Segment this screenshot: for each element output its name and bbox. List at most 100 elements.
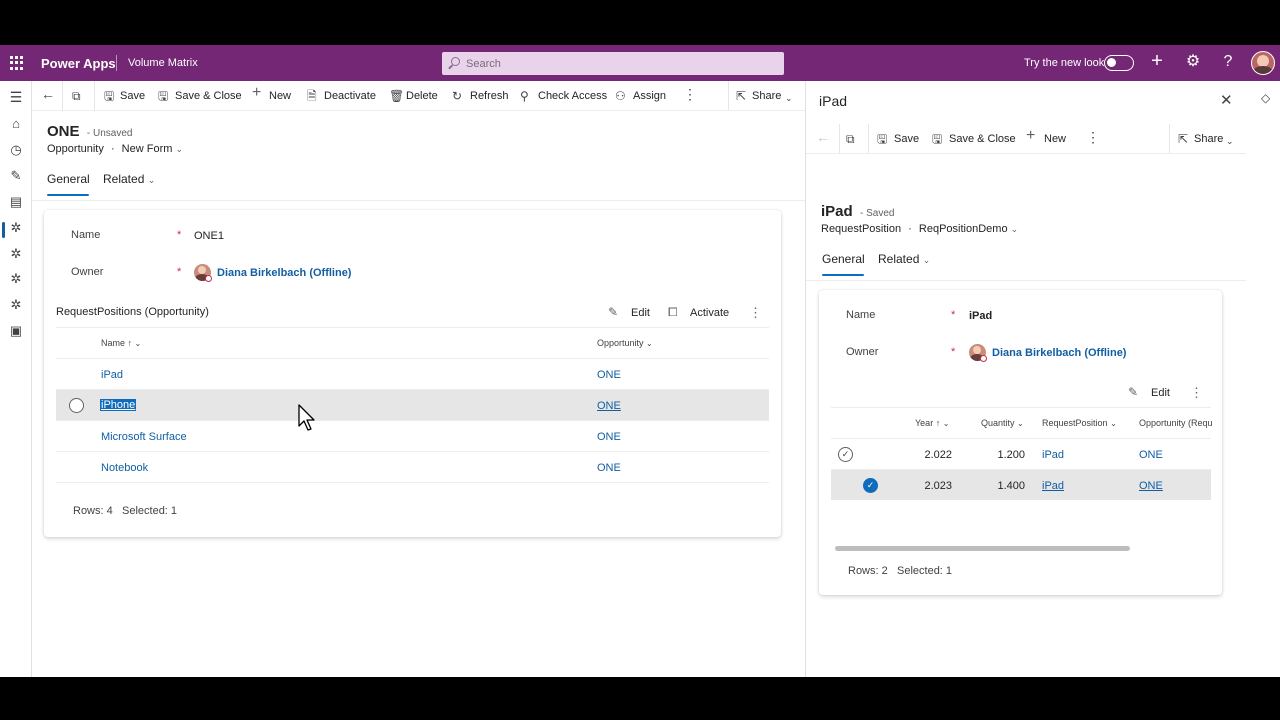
row-opportunity-link[interactable]: ONE	[597, 400, 621, 412]
home-icon[interactable]: ⌂	[8, 116, 24, 132]
more-icon[interactable]: ⋮	[749, 305, 762, 321]
required-indicator: *	[177, 229, 182, 241]
sort-up-icon: ↑	[127, 338, 133, 348]
help-icon[interactable]: ?	[1219, 53, 1237, 71]
subgrid-title: RequestPositions (Opportunity)	[56, 306, 209, 318]
popout-icon[interactable]: ⧉	[846, 132, 855, 146]
table-row[interactable]: iPad ONE	[56, 359, 769, 389]
app-name[interactable]: Power Apps	[41, 56, 116, 71]
record-header: ONE - Unsaved	[47, 123, 132, 140]
row-name-link[interactable]: Microsoft Surface	[101, 431, 187, 443]
table-row[interactable]: ✓ 2.022 1.200 iPad ONE	[831, 439, 1211, 469]
pane-tab-general[interactable]: General	[822, 252, 865, 266]
tab-general[interactable]: General	[47, 172, 90, 186]
recent-icon[interactable]: ◷	[8, 142, 24, 158]
global-search-input[interactable]: Search	[442, 52, 784, 75]
share-label: Share	[752, 90, 782, 102]
row-select-radio[interactable]	[69, 398, 84, 413]
more-icon[interactable]: ⋮	[1086, 130, 1100, 144]
column-name-label: Name	[101, 338, 126, 348]
save-label: Save	[120, 90, 146, 102]
column-requestposition-label: RequestPosition	[1042, 418, 1108, 428]
pinned-icon[interactable]: ✎	[8, 168, 24, 184]
name-field[interactable]: ONE1	[194, 230, 224, 242]
column-header-requestposition[interactable]: RequestPosition ⌄	[1042, 418, 1117, 428]
plus-icon[interactable]: +	[1148, 51, 1166, 71]
puzzle-icon[interactable]: ✲	[8, 297, 24, 313]
row-opportunity-link[interactable]: ONE	[1139, 449, 1163, 461]
popout-icon[interactable]: ⧉	[72, 89, 81, 103]
column-year-label: Year	[915, 418, 934, 428]
pane-owner-lookup-link[interactable]: Diana Birkelbach (Offline)	[992, 347, 1126, 359]
tab-related[interactable]: Related ⌄	[103, 172, 155, 186]
pane-general-section-card: Name * iPad Owner * Diana Birkelbach (Of…	[819, 290, 1222, 595]
back-icon[interactable]: ←	[41, 87, 55, 101]
edit-icon: ✎	[1128, 385, 1139, 399]
form-selector[interactable]: New Form ⌄	[122, 143, 183, 155]
assign-icon: ⚇	[615, 89, 626, 103]
pane-collapse-icon[interactable]: ◇	[1261, 91, 1270, 105]
table-row[interactable]: Notebook ONE	[56, 452, 769, 482]
pane-form-selector[interactable]: ReqPositionDemo ⌄	[919, 223, 1018, 235]
close-icon[interactable]: ✕	[1220, 91, 1233, 109]
selected-count: Selected: 1	[122, 505, 178, 517]
command-separator	[94, 81, 95, 111]
checkmark-icon[interactable]: ✓	[863, 478, 878, 493]
edit-label: Edit	[1151, 387, 1170, 399]
new-look-toggle[interactable]	[1104, 55, 1134, 71]
horizontal-scrollbar[interactable]	[835, 546, 1130, 551]
more-icon[interactable]: ⋮	[683, 87, 697, 101]
chevron-down-icon: ⌄	[1226, 136, 1234, 146]
table-row-selected[interactable]: iPhone ONE	[56, 390, 769, 420]
check-access-label: Check Access	[538, 90, 608, 102]
column-header-quantity[interactable]: Quantity ⌄	[981, 418, 1024, 428]
row-requestposition-link[interactable]: iPad	[1042, 480, 1064, 492]
column-header-opportunity[interactable]: Opportunity (Requ	[1139, 418, 1213, 428]
back-icon[interactable]: ←	[816, 130, 830, 144]
save-close-icon: 🖫	[932, 132, 943, 146]
name-label: Name	[71, 229, 101, 241]
row-opportunity-link[interactable]: ONE	[597, 431, 621, 443]
hamburger-icon[interactable]: ☰	[8, 89, 24, 105]
pane-name-field[interactable]: iPad	[969, 310, 992, 322]
puzzle-icon[interactable]: ✲	[8, 220, 24, 236]
row-year: 2.022	[924, 449, 952, 461]
column-header-opportunity[interactable]: Opportunity ⌄	[597, 338, 653, 348]
row-name-link[interactable]: iPhone	[100, 399, 137, 411]
waffle-icon[interactable]	[10, 56, 24, 70]
owner-label: Owner	[846, 346, 879, 358]
row-requestposition-link[interactable]: iPad	[1042, 449, 1064, 461]
pane-tab-related[interactable]: Related ⌄	[878, 252, 930, 266]
row-year: 2.023	[924, 480, 952, 492]
row-opportunity-link[interactable]: ONE	[597, 369, 621, 381]
table-row[interactable]: Microsoft Surface ONE	[56, 421, 769, 451]
table-row-selected[interactable]: ✓ 2.023 1.400 iPad ONE	[831, 470, 1211, 500]
command-separator	[1169, 124, 1170, 154]
puzzle-icon[interactable]: ✲	[8, 271, 24, 287]
command-separator	[62, 81, 63, 111]
row-name-link[interactable]: Notebook	[101, 462, 148, 474]
checkmark-icon[interactable]: ✓	[838, 447, 853, 462]
mouse-cursor-icon	[298, 404, 315, 431]
column-header-name[interactable]: Name ↑ ⌄	[101, 338, 141, 348]
owner-label: Owner	[71, 266, 104, 278]
pane-entity-name: RequestPosition	[821, 223, 902, 235]
user-avatar[interactable]	[1251, 51, 1275, 75]
environment-name[interactable]: Volume Matrix	[128, 57, 198, 69]
column-header-year[interactable]: Year ↑ ⌄	[915, 418, 949, 428]
more-icon[interactable]: ⋮	[1190, 385, 1203, 401]
puzzle-icon[interactable]: ✲	[8, 246, 24, 262]
gear-icon[interactable]: ⚙	[1184, 53, 1202, 71]
pane-save-label: Save	[894, 133, 920, 145]
new-label: New	[269, 90, 292, 102]
save-icon: 🖫	[104, 89, 115, 103]
owner-lookup-link[interactable]: Diana Birkelbach (Offline)	[217, 267, 351, 279]
presence-offline-icon	[980, 355, 987, 362]
row-name-link[interactable]: iPad	[101, 369, 123, 381]
row-opportunity-link[interactable]: ONE	[1139, 480, 1163, 492]
chevron-down-icon: ⌄	[785, 93, 793, 103]
entity-icon[interactable]: ▤	[8, 194, 24, 210]
pane-tab-related-label: Related	[878, 252, 920, 266]
row-opportunity-link[interactable]: ONE	[597, 462, 621, 474]
clipboard-icon[interactable]: ▣	[8, 323, 24, 339]
